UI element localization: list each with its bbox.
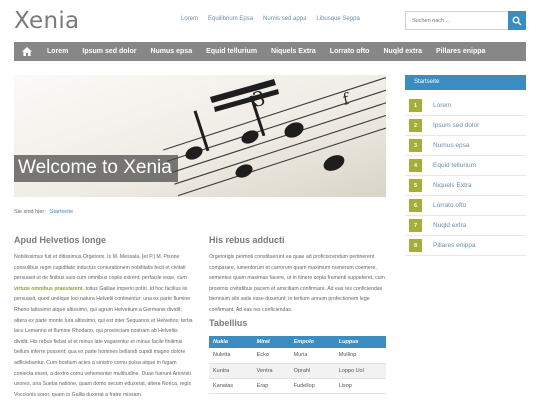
sidebar-item[interactable]: 6 Lorrato ofto	[405, 196, 526, 216]
home-icon	[22, 47, 32, 56]
body-text: Orgetorigis permoti constituerunt ea qua…	[209, 254, 385, 313]
table-header: Nukla	[209, 336, 253, 348]
content-column-left: Apud Helvetios longe Nobilissimus fuit e…	[14, 235, 193, 400]
item-number-badge: 8	[409, 239, 422, 252]
table-cell: Loppo Uol	[334, 363, 386, 379]
item-number-badge: 1	[409, 99, 422, 112]
data-table: Nukla Mirat Empolo Luppus Nuletta Ecko M…	[209, 336, 386, 394]
breadcrumb-label: Sie sind hier:	[14, 209, 46, 215]
sidebar-item[interactable]: 3 Numus epsa	[405, 136, 526, 156]
mainnav-item[interactable]: Equid tellurium	[199, 48, 264, 55]
sidebar-item[interactable]: 7 Nuqld extra	[405, 216, 526, 236]
table-header-row: Nukla Mirat Empolo Luppus	[209, 336, 386, 348]
search-box	[405, 11, 526, 30]
section-title: Apud Helvetios longe	[14, 235, 107, 245]
topnav-link[interactable]: Libusque Seppa	[311, 16, 364, 22]
breadcrumb-link[interactable]: Startseite	[50, 209, 73, 215]
sidebar-item-label: Ipsum sed dolor	[433, 122, 480, 129]
search-button[interactable]	[508, 11, 526, 30]
sidebar-item-label: Pillares enippa	[433, 242, 476, 249]
table-row: Kanatas Erap Fudellop Lisop	[209, 378, 386, 394]
table-row: Kuntra Ventra Oprahl Loppo Uol	[209, 363, 386, 379]
sidebar-item-label: Lorrato ofto	[433, 202, 467, 209]
sidebar-item[interactable]: 5 Niquels Extra	[405, 176, 526, 196]
table-header: Mirat	[252, 336, 290, 348]
table-cell: Ecko	[252, 348, 290, 364]
item-number-badge: 2	[409, 119, 422, 132]
topnav-link[interactable]: Lorem	[176, 16, 203, 22]
table-cell: Muria	[289, 348, 335, 364]
item-number-badge: 6	[409, 199, 422, 212]
table-cell: Nuletta	[209, 348, 253, 364]
item-number-badge: 3	[409, 139, 422, 152]
highlighted-link[interactable]: virtute omnibus praestarent	[14, 286, 83, 292]
table-cell: Fudellop	[289, 378, 335, 394]
sidebar-item[interactable]: 1 Lorem	[405, 96, 526, 116]
table-cell: Lisop	[334, 378, 386, 394]
table-cell: Kuntra	[209, 363, 253, 379]
item-number-badge: 4	[409, 159, 422, 172]
section-title: His rebus adducti	[209, 235, 285, 245]
item-number-badge: 5	[409, 179, 422, 192]
mainnav-item[interactable]: Numus epsa	[143, 48, 199, 55]
topnav-link[interactable]: Numis sed appa	[258, 16, 311, 22]
table-header: Empolo	[289, 336, 335, 348]
search-input[interactable]	[405, 11, 508, 30]
hero-title: Welcome to Xenia	[14, 155, 178, 182]
sidebar-item[interactable]: 8 Pillares enippa	[405, 236, 526, 256]
table-cell: Erap	[252, 378, 290, 394]
breadcrumb: Sie sind hier: Startseite	[14, 209, 73, 215]
sidebar-item-label: Niquels Extra	[433, 182, 472, 189]
site-logo[interactable]: Xenia	[14, 8, 79, 34]
mainnav-item[interactable]: Ipsum sed dolor	[75, 48, 143, 55]
table-row: Nuletta Ecko Muria Mulliop	[209, 348, 386, 364]
sidebar-item-label: Equid tellurium	[433, 162, 476, 169]
content-column-right: His rebus adducti Orgetorigis permoti co…	[209, 235, 387, 316]
table-cell: Ventra	[252, 363, 290, 379]
body-text: Nobilissimus fuit et ditissimus Orgetori…	[14, 254, 193, 398]
main-navigation: Lorem Ipsum sed dolor Numus epsa Equid t…	[14, 42, 526, 61]
topnav-link[interactable]: Equilibrium Epsa	[203, 16, 258, 22]
top-navigation: Lorem Equilibrium Epsa Numis sed appa Li…	[176, 16, 365, 22]
table-title: Tabellius	[209, 318, 248, 328]
sidebar-title[interactable]: Startseite	[405, 75, 526, 90]
sidebar-item-label: Lorem	[433, 102, 452, 109]
table-header: Luppus	[334, 336, 386, 348]
item-number-badge: 7	[409, 219, 422, 232]
sidebar-menu: 1 Lorem 2 Ipsum sed dolor 3 Numus epsa 4 Equ…	[405, 96, 526, 256]
mainnav-item[interactable]: Lorem	[40, 48, 75, 55]
sidebar-item-label: Nuqld extra	[433, 222, 467, 229]
sidebar-item[interactable]: 2 Ipsum sed dolor	[405, 116, 526, 136]
mainnav-item[interactable]: Lorrato ofto	[323, 48, 377, 55]
mainnav-item[interactable]: Niquels Extra	[264, 48, 323, 55]
home-button[interactable]	[14, 42, 40, 61]
table-cell: Mulliop	[334, 348, 386, 364]
mainnav-item[interactable]: Pillares enippa	[429, 48, 492, 55]
table-cell: Oprahl	[289, 363, 335, 379]
sidebar-item-label: Numus epsa	[433, 142, 470, 149]
mainnav-item[interactable]: Nuqld extra	[376, 48, 429, 55]
table-cell: Kanatas	[209, 378, 253, 394]
search-icon	[512, 16, 522, 25]
sidebar-item[interactable]: 4 Equid tellurium	[405, 156, 526, 176]
